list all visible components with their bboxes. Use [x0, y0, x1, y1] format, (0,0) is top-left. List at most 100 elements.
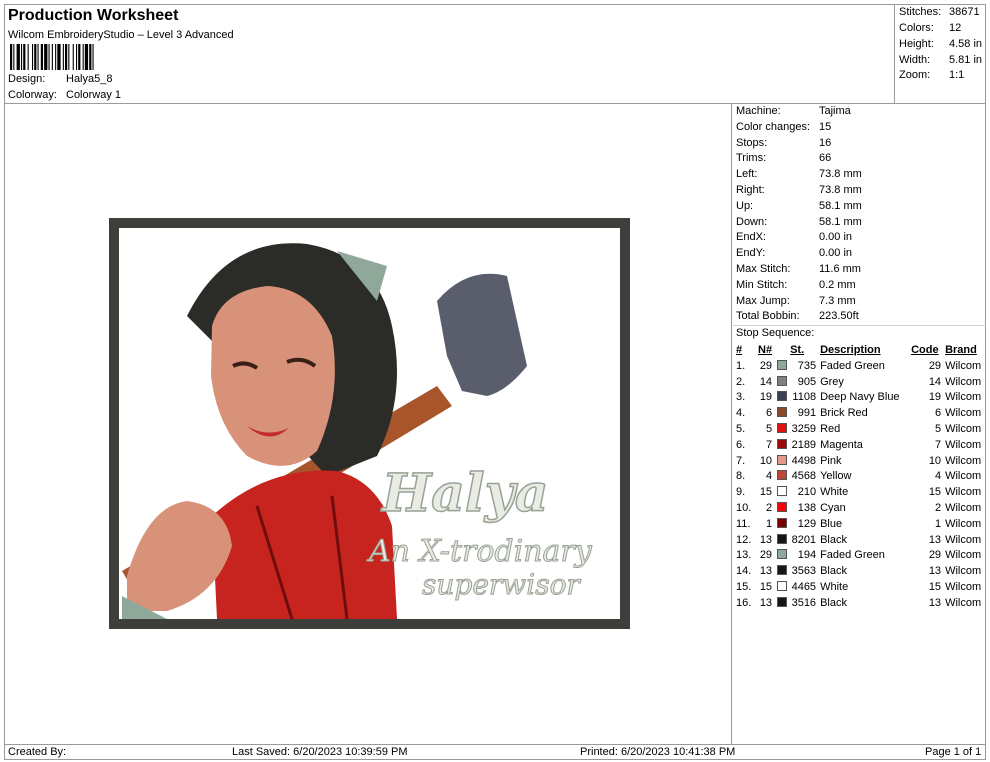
color-swatch-icon — [777, 454, 788, 465]
artwork-title: Halya — [380, 463, 549, 524]
stop-color-swatch — [772, 532, 790, 548]
stop-needle: 15 — [759, 486, 773, 499]
stop-index: 14. — [736, 565, 752, 578]
table-row: 10. 2 138 Cyan 2 Wilcom — [736, 500, 985, 516]
stop-color-swatch — [772, 500, 790, 516]
stop-color-swatch — [772, 595, 790, 611]
stop-needle: 7 — [765, 438, 773, 451]
color-swatch-icon — [777, 502, 788, 513]
stop-code: 29 — [928, 359, 942, 372]
color-swatch-icon — [777, 359, 788, 370]
machine-info-label: Total Bobbin: — [736, 310, 800, 323]
stop-brand: Wilcom — [945, 454, 982, 467]
stop-index: 7. — [736, 454, 746, 467]
stop-needle: 13 — [759, 565, 773, 578]
last-saved: Last Saved: 6/20/2023 10:39:59 PM — [232, 746, 408, 758]
stop-color-swatch — [772, 453, 790, 469]
machine-info-row: Up: 58.1 mm — [736, 200, 862, 212]
summary-width: Width: 5.81 in — [899, 54, 982, 66]
summary-colors: Colors: 12 — [899, 22, 961, 34]
stop-color-swatch — [772, 548, 790, 564]
machine-info-value: 11.6 mm — [819, 263, 861, 275]
stop-stitches: 1108 — [792, 391, 817, 404]
stop-needle: 13 — [759, 596, 773, 609]
worksheet-footer: Created By: Last Saved: 6/20/2023 10:39:… — [4, 744, 986, 760]
machine-info-row: Trims: 66 — [736, 152, 831, 164]
machine-info-value: 73.8 mm — [819, 184, 862, 196]
stop-code: 5 — [934, 423, 942, 436]
summary-height: Height: 4.58 in — [899, 38, 982, 50]
stop-code: 1 — [934, 517, 942, 530]
machine-info-row: Max Stitch: 11.6 mm — [736, 263, 861, 275]
machine-info-row: Min Stitch: 0.2 mm — [736, 279, 856, 291]
stop-code: 2 — [934, 502, 942, 515]
stop-stitches: 194 — [797, 549, 817, 562]
col-needle: N# — [758, 344, 773, 356]
machine-info-label: Min Stitch: — [736, 278, 788, 291]
design-value: Halya5_8 — [66, 73, 113, 85]
design-label: Design: — [8, 73, 46, 85]
machine-info-row: Right: 73.8 mm — [736, 184, 862, 196]
stop-index: 5. — [736, 423, 746, 436]
table-row: 15. 15 4465 White 15 Wilcom — [736, 579, 985, 595]
design-preview-area: Halya An X-trodinary superwisor — [4, 104, 732, 744]
stop-color-swatch — [772, 421, 790, 437]
machine-info-value: 223.50ft — [819, 310, 859, 323]
table-row: 7. 10 4498 Pink 10 Wilcom — [736, 453, 985, 469]
table-row: 12. 13 8201 Black 13 Wilcom — [736, 532, 985, 548]
height-value: 4.58 in — [949, 38, 983, 50]
machine-info-value: 58.1 mm — [819, 199, 862, 212]
machine-info-label: Up: — [736, 199, 754, 212]
worksheet-header: Production Worksheet Wilcom EmbroiderySt… — [4, 4, 894, 104]
stop-brand: Wilcom — [945, 581, 982, 594]
stop-index: 2. — [736, 375, 746, 388]
stop-description: White — [820, 486, 849, 499]
stop-code: 13 — [928, 565, 942, 578]
stop-stitches: 2189 — [791, 438, 817, 451]
stop-brand: Wilcom — [945, 596, 982, 609]
col-swatch — [772, 342, 790, 358]
stop-stitches: 4465 — [791, 581, 817, 594]
stop-needle: 10 — [759, 454, 773, 467]
stop-brand: Wilcom — [945, 470, 982, 483]
height-label: Height: — [899, 38, 934, 50]
stop-description: Black — [820, 596, 847, 609]
machine-info-label: Stops: — [736, 136, 768, 149]
color-swatch-icon — [777, 470, 788, 481]
stop-needle: 29 — [759, 549, 773, 562]
stop-needle: 5 — [765, 423, 773, 436]
zoom-label: Zoom: — [899, 69, 931, 81]
machine-info-label: Machine: — [736, 105, 781, 117]
machine-info-row: Max Jump: 7.3 mm — [736, 295, 856, 307]
stop-description: White — [820, 581, 849, 594]
machine-info-row: EndX: 0.00 in — [736, 231, 852, 243]
stop-description: Faded Green — [820, 359, 885, 372]
summary-stitches: Stitches: 38671 — [899, 6, 980, 18]
stop-table-header: # N# St. Description Code Brand — [736, 342, 985, 358]
width-value: 5.81 in — [949, 54, 983, 66]
machine-info-value: 66 — [819, 152, 832, 165]
stop-code: 13 — [928, 533, 942, 546]
stop-brand: Wilcom — [945, 423, 982, 436]
stop-stitches: 129 — [797, 517, 817, 530]
machine-info-label: Color changes: — [736, 120, 810, 133]
table-row: 1. 29 735 Faded Green 29 Wilcom — [736, 358, 985, 374]
machine-info-value: 58.1 mm — [819, 215, 862, 228]
stop-description: Brick Red — [820, 407, 868, 420]
stitches-label: Stitches: — [899, 6, 942, 18]
stop-code: 13 — [928, 596, 942, 609]
colors-label: Colors: — [899, 22, 934, 34]
stop-code: 15 — [928, 486, 942, 499]
machine-info-label: Trims: — [736, 152, 767, 165]
stop-description: Deep Navy Blue — [820, 391, 900, 404]
stop-stitches: 4498 — [791, 454, 817, 467]
stop-brand: Wilcom — [945, 375, 982, 388]
machine-info-row: EndY: 0.00 in — [736, 247, 852, 259]
page-title: Production Worksheet — [8, 7, 179, 24]
page-number: Page 1 of 1 — [925, 746, 982, 758]
color-swatch-icon — [777, 486, 788, 497]
table-row: 5. 5 3259 Red 5 Wilcom — [736, 421, 985, 437]
stop-color-swatch — [772, 484, 790, 500]
stop-stitches: 905 — [797, 375, 817, 388]
machine-info-value: 0.00 in — [819, 231, 853, 244]
